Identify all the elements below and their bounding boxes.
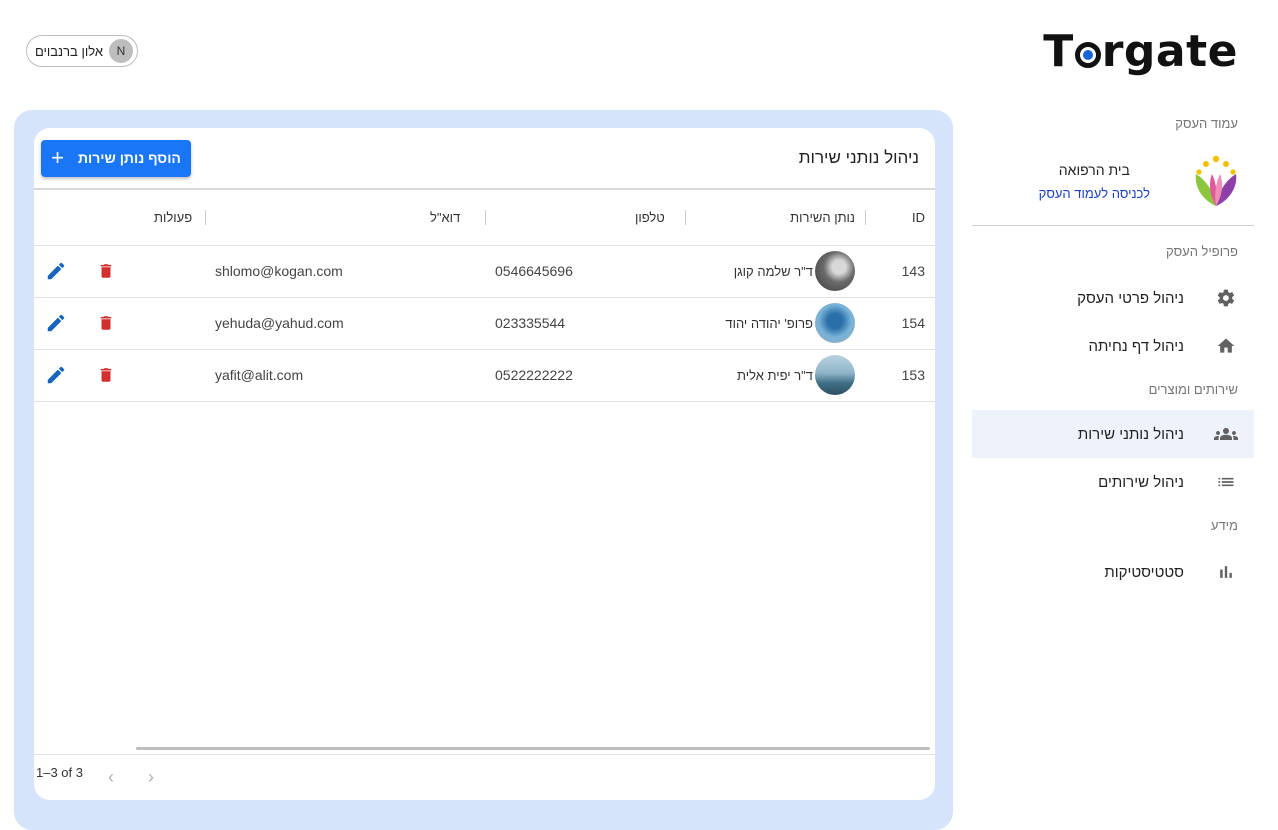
edit-icon[interactable] <box>44 363 68 387</box>
cell-id: 154 <box>865 297 935 350</box>
sidebar-section-profile: פרופיל העסק <box>1165 243 1238 259</box>
previous-page-icon[interactable]: ‹ <box>99 766 123 790</box>
delete-icon[interactable] <box>94 311 118 335</box>
next-page-icon[interactable]: › <box>139 766 163 790</box>
cell-id: 143 <box>865 245 935 298</box>
cell-email: yafit@alit.com <box>205 349 485 402</box>
gear-icon <box>1214 286 1238 310</box>
sidebar-item-service-providers[interactable]: ניהול נותני שירות <box>972 410 1254 458</box>
provider-name: פרופ' יהודה יהוד <box>725 315 813 331</box>
sidebar-item-label: סטטיסטיקות <box>1104 563 1184 581</box>
table-row[interactable]: 153 ד"ר יפית אלית 0522222222 yafit@alit.… <box>34 349 935 402</box>
pagination-info: 1–3 of 3 <box>36 765 83 780</box>
home-icon <box>1214 334 1238 358</box>
bar-chart-icon <box>1214 560 1238 584</box>
sidebar-section-services: שירותים ומוצרים <box>1148 381 1238 397</box>
cell-phone: 023335544 <box>485 297 685 350</box>
provider-avatar <box>815 355 855 395</box>
add-provider-label: הוסף נותן שירות <box>77 150 181 166</box>
providers-table: ID נותן השירות טלפון דוא"ל פעולות 143 ד"… <box>34 190 935 402</box>
sidebar: עמוד העסק בית הרפואה לכניסה לעמוד העסק פ… <box>972 108 1254 596</box>
column-header-id[interactable]: ID <box>865 190 935 246</box>
business-logo-icon <box>1188 154 1244 210</box>
card-header: + הוסף נותן שירות ניהול נותני שירות <box>34 128 935 190</box>
sidebar-item-services[interactable]: ניהול שירותים <box>972 458 1254 506</box>
plus-icon: + <box>51 145 64 170</box>
business-page-link[interactable]: לכניסה לעמוד העסק <box>1039 186 1150 201</box>
logo-text-end: rgate <box>1101 25 1238 77</box>
logo-text-start: T <box>1043 25 1074 77</box>
horizontal-scrollbar[interactable] <box>136 747 930 750</box>
sidebar-item-statistics[interactable]: סטטיסטיקות <box>972 548 1254 596</box>
cell-id: 153 <box>865 349 935 402</box>
sidebar-item-label: ניהול שירותים <box>1098 473 1184 491</box>
torgate-logo[interactable]: Trgate <box>1043 25 1238 77</box>
column-header-email[interactable]: דוא"ל <box>205 190 485 246</box>
sidebar-item-label: ניהול פרטי העסק <box>1077 289 1184 307</box>
sidebar-item-landing-page[interactable]: ניהול דף נחיתה <box>972 322 1254 370</box>
delete-icon[interactable] <box>94 259 118 283</box>
providers-card: + הוסף נותן שירות ניהול נותני שירות ID נ… <box>34 128 935 800</box>
user-chip[interactable]: אלון ברנבוים N <box>26 35 138 67</box>
sidebar-item-label: ניהול דף נחיתה <box>1088 337 1184 355</box>
edit-icon[interactable] <box>44 259 68 283</box>
edit-icon[interactable] <box>44 311 68 335</box>
add-provider-button[interactable]: + הוסף נותן שירות <box>41 139 191 177</box>
cell-email: yehuda@yahud.com <box>205 297 485 350</box>
people-icon <box>1214 422 1238 446</box>
cell-email: shlomo@kogan.com <box>205 245 485 298</box>
column-header-actions: פעולות <box>34 190 205 246</box>
sidebar-section-business-page: עמוד העסק <box>1175 115 1238 131</box>
table-row[interactable]: 143 ד"ר שלמה קוגן 0546645696 shlomo@koga… <box>34 245 935 298</box>
table-row[interactable]: 154 פרופ' יהודה יהוד 023335544 yehuda@ya… <box>34 297 935 350</box>
sidebar-item-label: ניהול נותני שירות <box>1077 425 1184 443</box>
sidebar-section-info: מידע <box>1210 517 1238 533</box>
delete-icon[interactable] <box>94 363 118 387</box>
cell-phone: 0546645696 <box>485 245 685 298</box>
list-icon <box>1214 470 1238 494</box>
provider-name: ד"ר יפית אלית <box>736 367 813 383</box>
provider-avatar <box>815 251 855 291</box>
provider-avatar <box>815 303 855 343</box>
user-name: אלון ברנבוים <box>34 43 103 59</box>
sidebar-item-business-details[interactable]: ניהול פרטי העסק <box>972 274 1254 322</box>
user-avatar: N <box>109 39 133 63</box>
table-footer: 1–3 of 3 ‹ › <box>34 754 935 800</box>
business-card: בית הרפואה לכניסה לעמוד העסק <box>972 138 1254 226</box>
column-header-phone[interactable]: טלפון <box>485 190 685 246</box>
cell-phone: 0522222222 <box>485 349 685 402</box>
page-title: ניהול נותני שירות <box>798 148 919 167</box>
business-name: בית הרפואה <box>1058 162 1130 178</box>
logo-o-dot-icon <box>1074 42 1101 68</box>
column-header-provider[interactable]: נותן השירות <box>685 190 865 246</box>
provider-name: ד"ר שלמה קוגן <box>733 263 813 279</box>
